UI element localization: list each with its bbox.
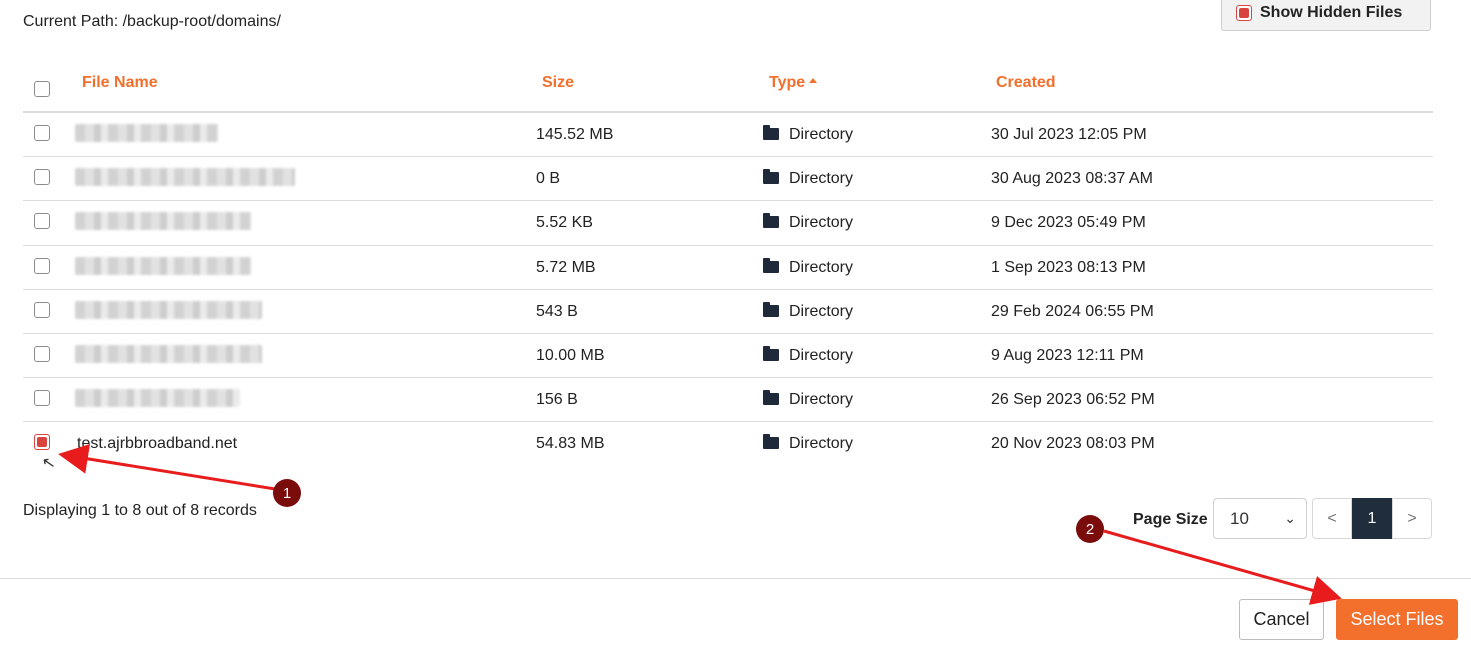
current-path: Current Path: /backup-root/domains/ [23, 13, 281, 30]
file-type: Directory [789, 126, 854, 143]
folder-icon [763, 257, 779, 273]
file-size: 145.52 MB [536, 126, 614, 143]
redacted-file-name [75, 344, 262, 363]
redacted-file-name [75, 389, 240, 408]
file-created: 29 Feb 2024 06:55 PM [991, 302, 1154, 320]
file-size: 5.72 MB [536, 258, 596, 276]
page-size-label: Page Size [1133, 511, 1208, 528]
annotation-marker-1: 1 [273, 479, 301, 507]
file-created: 30 Jul 2023 12:05 PM [991, 126, 1147, 143]
file-table: File Name Size Type Created 145.52 MB Di… [23, 62, 1433, 467]
file-size: 5.52 KB [536, 214, 593, 232]
redacted-file-name [75, 256, 251, 275]
redacted-file-name [75, 212, 251, 231]
select-all-checkbox[interactable] [34, 81, 50, 97]
row-checkbox[interactable] [34, 301, 50, 318]
redacted-file-name [75, 168, 295, 187]
table-header: File Name Size Type Created [23, 62, 1433, 113]
file-created: 30 Aug 2023 08:37 AM [991, 170, 1153, 188]
row-checkbox-checked[interactable] [34, 434, 50, 451]
page-size-select[interactable]: 10 ⌄ [1213, 498, 1307, 539]
file-type: Directory [789, 170, 854, 188]
row-checkbox[interactable] [34, 213, 50, 230]
annotation-marker-2: 2 [1076, 515, 1104, 543]
annotation-arrow-2 [1103, 529, 1342, 605]
pagination-page-button[interactable]: 1 [1352, 498, 1392, 539]
row-checkbox[interactable] [34, 169, 50, 186]
show-hidden-label: Show Hidden Files [1260, 3, 1403, 21]
file-created: 1 Sep 2023 08:13 PM [991, 258, 1146, 276]
table-row[interactable]: 156 B Directory 26 Sep 2023 06:52 PM [23, 378, 1433, 423]
table-row-selected[interactable]: test.ajrbbroadband.net 54.83 MB Director… [23, 422, 1433, 466]
file-created: 9 Dec 2023 05:49 PM [991, 214, 1146, 232]
sort-ascending-icon [809, 78, 818, 83]
column-type-label: Type [769, 74, 806, 91]
file-created: 26 Sep 2023 06:52 PM [991, 391, 1155, 409]
column-size[interactable]: Size [542, 74, 574, 92]
chevron-down-icon: ⌄ [1284, 510, 1296, 526]
cancel-button[interactable]: Cancel [1239, 599, 1324, 640]
row-checkbox[interactable] [34, 390, 50, 407]
file-created: 9 Aug 2023 12:11 PM [991, 346, 1144, 364]
file-type: Directory [789, 346, 854, 364]
table-row[interactable]: 0 B Directory 30 Aug 2023 08:37 AM [23, 157, 1433, 202]
file-size: 10.00 MB [536, 346, 605, 364]
file-name[interactable]: test.ajrbbroadband.net [77, 435, 237, 453]
folder-icon [763, 213, 779, 229]
show-hidden-checkbox[interactable] [1236, 4, 1252, 21]
file-size: 54.83 MB [536, 435, 605, 453]
column-created[interactable]: Created [996, 74, 1056, 92]
pagination: < 1 > [1312, 498, 1432, 539]
column-type[interactable]: Type [769, 74, 818, 92]
redacted-file-name [75, 124, 218, 142]
file-size: 0 B [536, 170, 561, 188]
file-type: Directory [789, 214, 854, 232]
redacted-file-name [75, 300, 262, 319]
file-size: 156 B [536, 391, 578, 409]
footer-divider [0, 578, 1471, 579]
select-files-button[interactable]: Select Files [1336, 599, 1458, 640]
folder-icon [763, 125, 779, 140]
row-checkbox[interactable] [34, 345, 50, 362]
file-type: Directory [789, 391, 854, 409]
folder-icon [763, 434, 779, 450]
row-checkbox[interactable] [34, 125, 50, 141]
file-type: Directory [789, 302, 854, 320]
table-row[interactable]: 5.52 KB Directory 9 Dec 2023 05:49 PM [23, 201, 1433, 246]
show-hidden-files-toggle[interactable]: Show Hidden Files [1221, 0, 1431, 31]
table-row[interactable]: 145.52 MB Directory 30 Jul 2023 12:05 PM [23, 113, 1433, 158]
page-size-value: 10 [1230, 508, 1249, 528]
pagination-next-button[interactable]: > [1392, 498, 1432, 539]
table-row[interactable]: 5.72 MB Directory 1 Sep 2023 08:13 PM [23, 246, 1433, 290]
folder-icon [763, 301, 779, 317]
file-type: Directory [789, 435, 854, 453]
file-size: 543 B [536, 302, 578, 320]
table-row[interactable]: 10.00 MB Directory 9 Aug 2023 12:11 PM [23, 334, 1433, 379]
records-summary: Displaying 1 to 8 out of 8 records [23, 502, 257, 519]
folder-icon [763, 169, 779, 185]
row-checkbox[interactable] [34, 257, 50, 274]
table-row[interactable]: 543 B Directory 29 Feb 2024 06:55 PM [23, 290, 1433, 334]
file-type: Directory [789, 258, 854, 276]
folder-icon [763, 345, 779, 361]
folder-icon [763, 390, 779, 406]
column-file-name[interactable]: File Name [82, 74, 158, 92]
pagination-prev-button[interactable]: < [1312, 498, 1352, 539]
file-created: 20 Nov 2023 08:03 PM [991, 435, 1155, 453]
